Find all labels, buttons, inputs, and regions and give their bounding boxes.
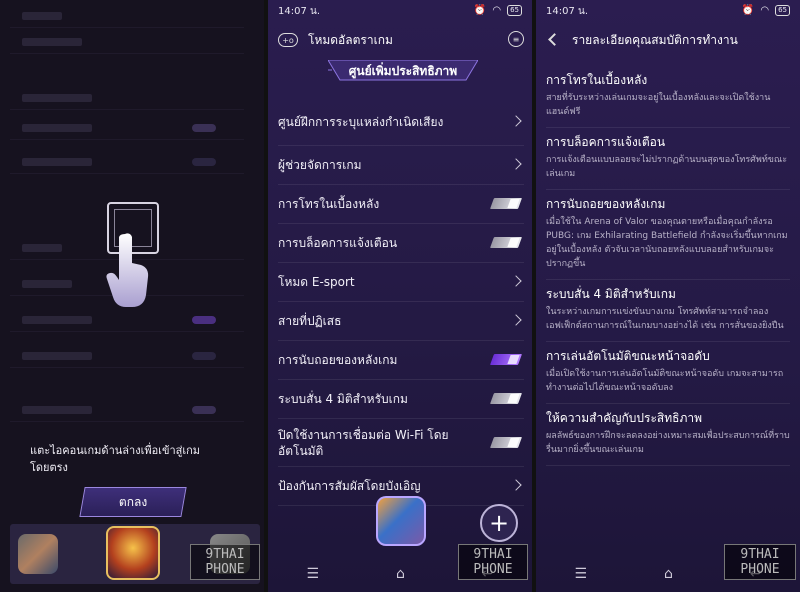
watermark: 9THAI PHONE	[724, 544, 796, 580]
section-banner-label: ศูนย์เพิ่มประสิทธิภาพ	[348, 63, 458, 78]
settings-row[interactable]: ระบบสั่น 4 มิติสำหรับเกม	[278, 380, 524, 419]
home-icon[interactable]: ⌂	[396, 566, 405, 582]
menu-icon[interactable]: ☰	[574, 566, 587, 582]
feature-heading: ให้ความสำคัญกับประสิทธิภาพ	[546, 411, 703, 425]
settings-row[interactable]: การนับถอยของหลังเกม	[278, 341, 524, 380]
feature-heading: การโทรในเบื้องหลัง	[546, 73, 648, 87]
toggle-switch[interactable]	[489, 354, 523, 365]
settings-row-label: โหมด E-sport	[278, 275, 355, 289]
settings-row-label: ระบบสั่น 4 มิติสำหรับเกม	[278, 392, 408, 406]
pubg-game-icon[interactable]	[18, 534, 58, 574]
back-arrow-icon[interactable]	[548, 33, 561, 46]
settings-row-label: ผู้ช่วยจัดการเกม	[278, 158, 362, 172]
feature-heading: การเล่นอัตโนมัติขณะหน้าจอดับ	[546, 349, 710, 363]
feature-item: การโทรในเบื้องหลังสายที่รับระหว่างเล่นเก…	[546, 66, 790, 128]
chevron-right-icon	[510, 314, 522, 326]
feature-item: การเล่นอัตโนมัติขณะหน้าจอดับเมื่อเปิดใช้…	[546, 342, 790, 404]
header: รายละเอียดคุณสมบัติการทำงาน	[536, 22, 800, 58]
feature-item: การบล็อคการแจ้งเตือนการแจ้งเตือนแบบลอยจะ…	[546, 128, 790, 190]
section-banner: ศูนย์เพิ่มประสิทธิภาพ	[328, 60, 478, 82]
dimmed-row	[10, 4, 244, 28]
settings-row-label: ศูนย์ฝึกการระบุแหล่งกำเนิดเสียง	[278, 114, 444, 129]
feature-details-panel: 14:07 น. ⏰ ◠ 65 รายละเอียดคุณสมบัติการทำ…	[536, 0, 800, 592]
dimmed-row	[10, 398, 244, 422]
feature-description: เมื่อเปิดใช้งานการเล่นอัตโนมัติขณะหน้าจอ…	[546, 369, 784, 393]
wifi-icon: ◠	[760, 5, 770, 16]
home-icon[interactable]: ⌂	[664, 566, 673, 582]
settings-row-label: การนับถอยของหลังเกม	[278, 353, 398, 367]
status-time: 14:07 น.	[278, 5, 321, 17]
settings-row[interactable]: การโทรในเบื้องหลัง	[278, 185, 524, 224]
settings-row-label: ป้องกันการสัมผัสโดยบังเอิญ	[278, 479, 421, 493]
chevron-right-icon	[510, 275, 522, 287]
feature-description: ผลลัพธ์ของการฝึกจะลดลงอย่างเหมาะสมเพื่อป…	[546, 431, 790, 455]
wifi-icon: ◠	[492, 5, 502, 16]
ok-button-label: ตกลง	[118, 494, 148, 509]
settings-row[interactable]: สายที่ปฏิเสธ	[278, 302, 524, 341]
page-title: โหมดอัลตราเกม	[308, 32, 393, 47]
settings-row-label: การโทรในเบื้องหลัง	[278, 197, 380, 211]
settings-row[interactable]: ปิดใช้งานการเชื่อมต่อ Wi-Fi โดยอัตโนมัติ	[278, 419, 524, 467]
chevron-right-icon	[510, 158, 522, 170]
dimmed-row	[10, 116, 244, 140]
toggle-switch[interactable]	[489, 198, 523, 209]
finger-pointer-icon	[106, 233, 149, 307]
dimmed-row	[10, 344, 244, 368]
page-title: รายละเอียดคุณสมบัติการทำงาน	[572, 32, 738, 47]
ultra-game-mode-panel: 14:07 น. ⏰ ◠ 65 +o โหมดอัลตราเกม ≡ ศูนย์…	[268, 0, 532, 592]
status-bar: 14:07 น. ⏰ ◠ 65	[536, 0, 800, 22]
feature-description: สายที่รับระหว่างเล่นเกมจะอยู่ในเบื้องหลั…	[546, 93, 771, 117]
settings-row[interactable]: การบล็อคการแจ้งเตือน	[278, 224, 524, 263]
dimmed-row	[10, 86, 244, 110]
status-bar: 14:07 น. ⏰ ◠ 65	[268, 0, 532, 22]
toggle-switch[interactable]	[489, 393, 523, 404]
toggle-switch[interactable]	[489, 237, 523, 248]
chevron-right-icon	[510, 479, 522, 491]
feature-item: ระบบสั่น 4 มิติสำหรับเกมในระหว่างเกมการแ…	[546, 280, 790, 342]
tutorial-overlay-panel: แตะไอคอนเกมด้านล่างเพื่อเข้าสู่เกมโดยตรง…	[0, 0, 264, 592]
feature-description-list: การโทรในเบื้องหลังสายที่รับระหว่างเล่นเก…	[546, 66, 790, 466]
feature-heading: ระบบสั่น 4 มิติสำหรับเกม	[546, 287, 676, 301]
header: +o โหมดอัลตราเกม ≡	[268, 22, 532, 58]
pubg-game-icon[interactable]	[376, 496, 426, 546]
feature-description: ในระหว่างเกมการแข่งขันบางเกม โทรศัพท์สาม…	[546, 307, 784, 331]
status-time: 14:07 น.	[546, 5, 589, 17]
tutorial-hint-text: แตะไอคอนเกมด้านล่างเพื่อเข้าสู่เกมโดยตรง	[30, 444, 201, 474]
dimmed-row	[10, 150, 244, 174]
feature-description: การแจ้งเตือนแบบลอยจะไม่ปรากฏด้านบนสุดของ…	[546, 155, 788, 179]
arena-of-valor-game-icon[interactable]	[106, 526, 160, 580]
feature-item: การนับถอยของหลังเกมเมื่อใช้ใน Arena of V…	[546, 190, 790, 280]
watermark: 9THAI PHONE	[190, 544, 260, 580]
feature-heading: การนับถอยของหลังเกม	[546, 197, 666, 211]
alarm-icon: ⏰	[741, 5, 755, 16]
settings-row-label: สายที่ปฏิเสธ	[278, 314, 342, 328]
ok-button[interactable]: ตกลง	[79, 487, 187, 517]
settings-row[interactable]: โหมด E-sport	[278, 263, 524, 302]
game-controller-icon[interactable]: +o	[278, 33, 298, 47]
document-icon[interactable]: ≡	[508, 31, 524, 47]
add-game-button[interactable]: +	[480, 504, 518, 542]
battery-indicator: 65	[507, 5, 522, 16]
watermark: 9THAI PHONE	[458, 544, 528, 580]
settings-list: ศูนย์ฝึกการระบุแหล่งกำเนิดเสียงผู้ช่วยจั…	[278, 98, 524, 506]
settings-row[interactable]: ศูนย์ฝึกการระบุแหล่งกำเนิดเสียง	[278, 98, 524, 146]
menu-icon[interactable]: ☰	[306, 566, 319, 582]
feature-item: ให้ความสำคัญกับประสิทธิภาพผลลัพธ์ของการฝ…	[546, 404, 790, 466]
alarm-icon: ⏰	[473, 5, 487, 16]
battery-indicator: 65	[775, 5, 790, 16]
settings-row-label: ปิดใช้งานการเชื่อมต่อ Wi-Fi โดยอัตโนมัติ	[278, 427, 449, 458]
toggle-switch[interactable]	[489, 436, 523, 448]
feature-heading: การบล็อคการแจ้งเตือน	[546, 135, 666, 149]
settings-row[interactable]: ผู้ช่วยจัดการเกม	[278, 146, 524, 185]
settings-row-label: การบล็อคการแจ้งเตือน	[278, 236, 398, 250]
chevron-right-icon	[510, 114, 522, 127]
feature-description: เมื่อใช้ใน Arena of Valor ของคุณตายหรือเ…	[546, 217, 788, 269]
dimmed-row	[10, 30, 244, 54]
